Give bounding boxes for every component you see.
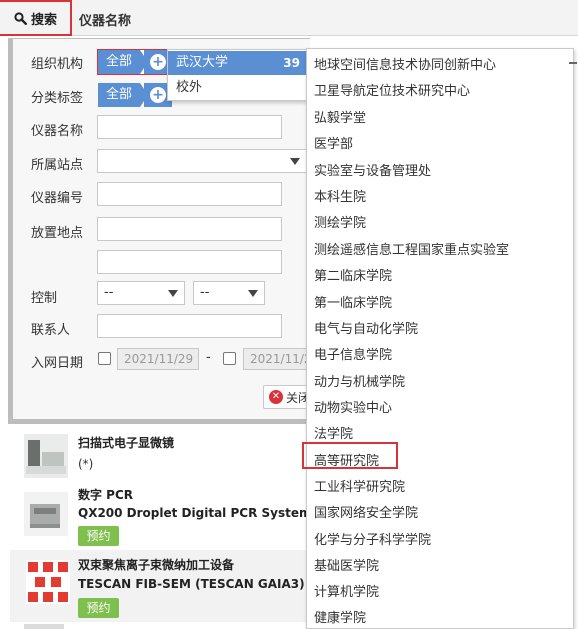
dept-menu-item[interactable]: 第一临床学院 xyxy=(314,292,392,311)
search-icon xyxy=(14,11,27,25)
highlight-box xyxy=(302,442,398,469)
instrument-thumbnail xyxy=(24,492,68,536)
list-header-bar: 搜索 仪器名称 xyxy=(0,0,578,36)
join-date-label: 入网日期 xyxy=(31,356,84,371)
location-input-2[interactable] xyxy=(97,250,282,274)
dept-menu-item[interactable]: 第二临床学院 xyxy=(314,265,392,284)
contact-input[interactable] xyxy=(97,314,282,338)
dropdown-caret-icon xyxy=(168,290,178,297)
org-chip[interactable]: 全部 + xyxy=(98,50,176,74)
dept-menu-item[interactable]: 健康学院 xyxy=(314,607,366,626)
dept-menu-item[interactable]: 法学院 xyxy=(314,423,353,442)
control-label: 控制 xyxy=(31,291,58,306)
instrument-thumbnail xyxy=(26,560,70,604)
instrument-subtitle: (*) xyxy=(78,457,94,471)
date-from-input[interactable]: 2021/11/29 xyxy=(117,348,199,370)
org-count-badge: 39 xyxy=(283,56,300,70)
org-menu-item-external[interactable]: 校外 xyxy=(168,76,306,100)
org-level1-menu: 武汉大学 39 校外 xyxy=(167,49,307,101)
date-separator: - xyxy=(206,350,211,365)
org-menu-item-label: 武汉大学 xyxy=(176,55,229,70)
dept-menu-item[interactable]: 测绘遥感信息工程国家重点实验室 xyxy=(314,239,509,258)
org-menu-item-label: 校外 xyxy=(176,80,203,95)
dept-menu-item[interactable]: 计算机学院 xyxy=(314,581,379,600)
dept-menu-item[interactable]: 工业科学研究院 xyxy=(314,476,405,495)
dept-menu-item[interactable]: 电子信息学院 xyxy=(314,344,392,363)
dept-menu-item[interactable]: 弘毅学堂 xyxy=(314,107,366,126)
control-select-1-value: -- xyxy=(104,285,114,300)
contact-label: 联系人 xyxy=(31,323,71,338)
instrument-name-input[interactable] xyxy=(97,115,282,139)
search-toggle-button[interactable]: 搜索 xyxy=(0,0,72,36)
instrument-no-label: 仪器编号 xyxy=(31,191,84,206)
close-icon: ✕ xyxy=(269,390,283,404)
location-label: 放置地点 xyxy=(31,226,84,241)
instrument-name[interactable]: 扫描式电子显微镜 xyxy=(78,434,174,451)
date-to-input[interactable]: 2021/11/29 xyxy=(243,348,313,370)
plus-icon: + xyxy=(150,87,167,103)
org-label: 组织机构 xyxy=(31,57,84,72)
plus-icon: + xyxy=(150,54,167,70)
instrument-no-input[interactable] xyxy=(97,182,282,206)
list-item[interactable]: 数字 PCR QX200 Droplet Digital PCR System … xyxy=(10,482,312,548)
instrument-model: QX200 Droplet Digital PCR System xyxy=(78,506,312,520)
page: 搜索 仪器名称 扫描式电子显微镜 (*) 数字 PCR QX200 Drople… xyxy=(0,0,578,629)
dept-menu-item[interactable]: 动物实验中心 xyxy=(314,397,392,416)
dept-menu-item[interactable]: 地球空间信息技术协同创新中心 xyxy=(314,54,496,73)
scrollbar-marker xyxy=(569,62,577,64)
dept-menu-item[interactable]: 测绘学院 xyxy=(314,212,366,231)
control-select-1[interactable]: -- xyxy=(97,281,185,305)
dept-menu-item[interactable]: 医学部 xyxy=(314,133,353,152)
org-level2-menu: 地球空间信息技术协同创新中心 卫星导航定位技术研究中心 弘毅学堂 医学部 实验室… xyxy=(306,48,574,629)
instrument-name[interactable]: 数字 PCR xyxy=(78,486,133,503)
list-item-partial xyxy=(24,624,64,629)
org-all-chip[interactable]: 全部 xyxy=(98,50,141,74)
category-label: 分类标签 xyxy=(31,91,84,106)
site-label: 所属站点 xyxy=(31,158,84,173)
location-input-1[interactable] xyxy=(97,217,282,241)
book-button[interactable]: 预约 xyxy=(78,526,119,546)
dept-menu-item[interactable]: 基础医学院 xyxy=(314,555,379,574)
dept-menu-item[interactable]: 本科生院 xyxy=(314,186,366,205)
list-item[interactable]: 扫描式电子显微镜 (*) xyxy=(10,428,310,478)
control-select-2-value: -- xyxy=(200,285,210,300)
date-from-checkbox[interactable] xyxy=(98,352,111,365)
column-title-instrument-name[interactable]: 仪器名称 xyxy=(79,10,131,29)
list-item[interactable]: 双束聚焦离子束微纳加工设备 TESCAN FIB-SEM (TESCAN GAI… xyxy=(10,550,310,622)
dept-menu-item[interactable]: 国家网络安全学院 xyxy=(314,502,418,521)
category-chip[interactable]: 全部 + xyxy=(98,83,176,107)
book-button[interactable]: 预约 xyxy=(78,598,119,618)
dept-menu-item[interactable]: 实验室与设备管理处 xyxy=(314,160,431,179)
instrument-name[interactable]: 双束聚焦离子束微纳加工设备 xyxy=(78,556,234,573)
instrument-model: TESCAN FIB-SEM (TESCAN GAIA3) xyxy=(78,577,305,591)
dept-menu-item[interactable]: 动力与机械学院 xyxy=(314,371,405,390)
org-menu-item-whu[interactable]: 武汉大学 39 xyxy=(168,51,306,75)
dept-menu-item[interactable]: 电气与自动化学院 xyxy=(314,318,418,337)
date-to-checkbox[interactable] xyxy=(223,352,236,365)
dropdown-caret-icon xyxy=(290,158,300,165)
search-tab-label: 搜索 xyxy=(31,12,58,28)
instrument-list: 扫描式电子显微镜 (*) 数字 PCR QX200 Droplet Digita… xyxy=(10,428,312,629)
dept-menu-item[interactable]: 化学与分子科学学院 xyxy=(314,529,431,548)
site-select[interactable] xyxy=(97,149,307,173)
dept-menu-item[interactable]: 卫星导航定位技术研究中心 xyxy=(314,80,470,99)
instrument-thumbnail xyxy=(24,434,68,478)
dropdown-caret-icon xyxy=(248,290,258,297)
control-select-2[interactable]: -- xyxy=(193,281,265,305)
category-all-chip[interactable]: 全部 xyxy=(98,83,141,107)
instrument-name-label: 仪器名称 xyxy=(31,124,84,139)
